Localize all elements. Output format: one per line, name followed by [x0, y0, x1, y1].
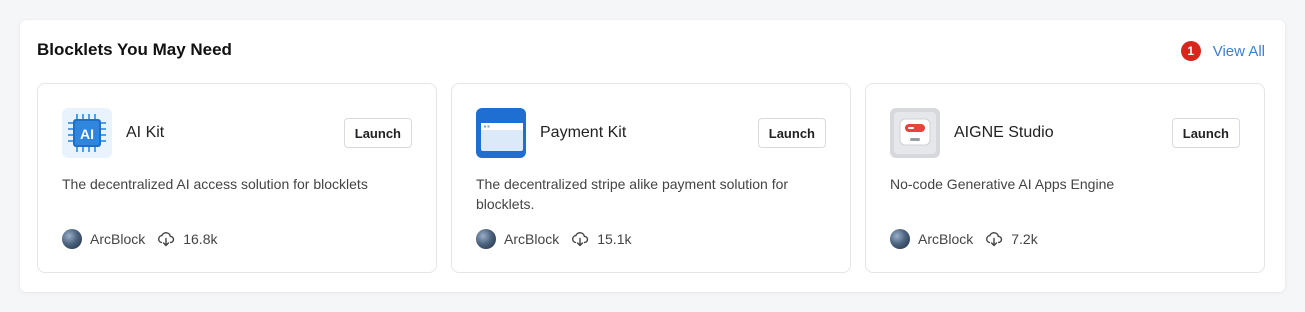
author-avatar	[890, 229, 910, 249]
launch-button[interactable]: Launch	[343, 118, 412, 148]
blocklet-name: AIGNE Studio	[954, 124, 1054, 141]
author-name: ArcBlock	[504, 231, 560, 247]
launch-button[interactable]: Launch	[757, 118, 826, 148]
aigne-studio-icon	[890, 108, 940, 158]
launch-button[interactable]: Launch	[1171, 118, 1240, 148]
author-avatar	[62, 229, 82, 249]
notification-badge: 1	[1180, 41, 1201, 61]
cloud-download-icon	[572, 232, 589, 247]
blocklets-panel: Blocklets You May Need 1 View All AI AI …	[20, 20, 1285, 292]
blocklet-description: The decentralized stripe alike payment s…	[476, 176, 789, 212]
blocklet-meta: ArcBlock 7.2k	[890, 229, 1038, 249]
blocklet-name: AI Kit	[126, 124, 165, 141]
download-count: 15.1k	[597, 231, 632, 247]
blocklet-meta: ArcBlock 16.8k	[62, 229, 217, 249]
view-all-label[interactable]: View All	[1213, 43, 1265, 60]
section-title: Blocklets You May Need	[37, 40, 232, 59]
author-name: ArcBlock	[90, 231, 146, 247]
blocklet-description: The decentralized AI access solution for…	[62, 176, 368, 192]
view-all-link[interactable]: 1 View All	[1180, 41, 1265, 61]
blocklet-card-aigne-studio[interactable]: AIGNE Studio Launch No-code Generative A…	[865, 83, 1265, 273]
download-count: 16.8k	[183, 231, 218, 247]
svg-text:AI: AI	[80, 126, 94, 142]
payment-kit-icon	[476, 108, 526, 158]
blocklet-description: No-code Generative AI Apps Engine	[890, 176, 1115, 192]
cloud-download-icon	[986, 232, 1003, 247]
author-name: ArcBlock	[918, 231, 974, 247]
blocklet-name: Payment Kit	[540, 124, 627, 141]
author-avatar	[476, 229, 496, 249]
ai-kit-icon: AI	[62, 108, 112, 158]
cloud-download-icon	[158, 232, 175, 247]
blocklet-card-ai-kit[interactable]: AI AI Kit Launch The decentralized AI ac…	[37, 83, 437, 273]
blocklet-meta: ArcBlock 15.1k	[476, 229, 631, 249]
download-count: 7.2k	[1011, 231, 1038, 247]
blocklet-card-payment-kit[interactable]: Payment Kit Launch The decentralized str…	[451, 83, 851, 273]
